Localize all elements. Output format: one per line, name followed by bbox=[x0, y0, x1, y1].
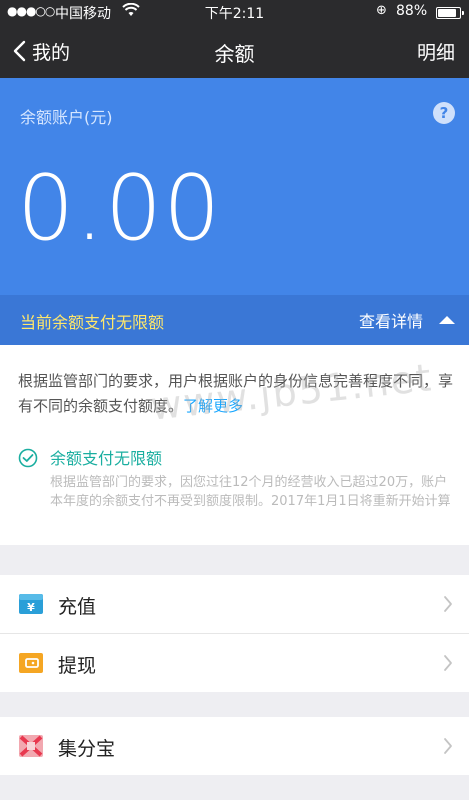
learn-more-link[interactable]: 了解更多 bbox=[183, 397, 243, 415]
nav-bar: 我的 余额 明细 bbox=[0, 25, 469, 78]
menu-item-jifenbao[interactable]: 集分宝 bbox=[0, 717, 469, 775]
menu-group-points: 集分宝 bbox=[0, 717, 469, 775]
chevron-right-icon bbox=[444, 655, 452, 671]
jifenbao-label: 集分宝 bbox=[58, 738, 116, 760]
recharge-label: 充值 bbox=[58, 596, 97, 618]
balance-card: 余额账户(元) ? 0.00 bbox=[0, 78, 469, 295]
withdraw-label: 提现 bbox=[58, 655, 97, 677]
view-detail-button[interactable]: 查看详情 bbox=[359, 307, 455, 333]
limit-status: 当前余额支付无限额 bbox=[20, 313, 165, 332]
menu-item-withdraw[interactable]: 提现 bbox=[0, 634, 469, 692]
info-panel: 根据监管部门的要求，用户根据账户的身份信息完善程度不同，享有不同的余额支付额度。… bbox=[0, 345, 469, 545]
chevron-right-icon bbox=[444, 596, 452, 612]
unlimited-description: 根据监管部门的要求，因您过往12个月的经营收入已超过20万，账户本年度的余额支付… bbox=[50, 475, 451, 509]
orientation-lock-icon: ⊕ bbox=[376, 3, 387, 18]
help-icon[interactable]: ? bbox=[433, 102, 455, 124]
chevron-right-icon bbox=[444, 738, 452, 754]
page-title: 余额 bbox=[214, 42, 255, 66]
status-bar: ●●●○○ 中国移动 下午2:11 ⊕ 88% bbox=[0, 0, 469, 25]
jifenbao-icon bbox=[19, 735, 43, 757]
details-button[interactable]: 明细 bbox=[417, 38, 455, 65]
menu-group-funds: ¥ 充值 提现 bbox=[0, 575, 469, 692]
battery-percent: 88% bbox=[396, 3, 428, 19]
view-detail-label: 查看详情 bbox=[358, 312, 423, 331]
limit-description: 根据监管部门的要求，用户根据账户的身份信息完善程度不同，享有不同的余额支付额度。… bbox=[18, 369, 454, 419]
account-label: 余额账户(元) bbox=[20, 108, 113, 127]
caret-up-icon bbox=[439, 316, 455, 324]
svg-text:¥: ¥ bbox=[27, 601, 35, 614]
recharge-icon: ¥ bbox=[19, 594, 43, 614]
unlimited-title: 余额支付无限额 bbox=[50, 449, 163, 468]
balance-amount: 0.00 bbox=[17, 156, 222, 261]
limit-bar: 当前余额支付无限额 查看详情 bbox=[0, 295, 469, 345]
check-circle-icon bbox=[18, 448, 38, 468]
withdraw-icon bbox=[19, 653, 43, 673]
menu-item-recharge[interactable]: ¥ 充值 bbox=[0, 575, 469, 633]
battery-icon bbox=[436, 7, 464, 19]
